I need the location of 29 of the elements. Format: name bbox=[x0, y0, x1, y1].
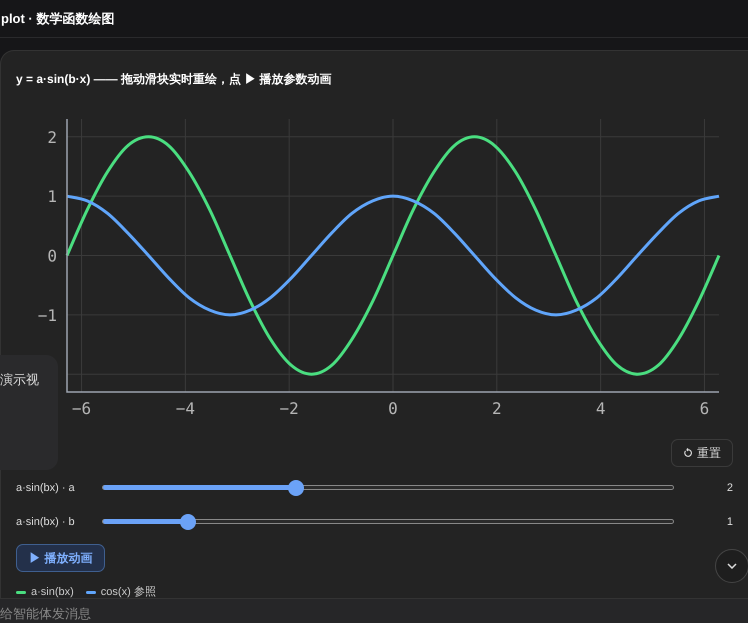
chevron-down-icon bbox=[727, 563, 737, 569]
tick-label: −1 bbox=[38, 306, 57, 325]
slider-track[interactable] bbox=[102, 485, 674, 490]
slider-value: 1 bbox=[726, 514, 734, 530]
slider-value: 2 bbox=[726, 480, 734, 496]
slider-track[interactable] bbox=[102, 519, 674, 524]
tick-label: 6 bbox=[700, 399, 710, 418]
slider-thumb[interactable] bbox=[288, 480, 304, 496]
tick-label: 2 bbox=[492, 399, 502, 418]
card-caption: y = a·sin(b·x) —— 拖动滑块实时重绘，点 ▶ 播放参数动画 bbox=[15, 71, 333, 88]
tick-label: 0 bbox=[47, 246, 57, 266]
slider-label: a·sin(bx) · a bbox=[15, 480, 76, 496]
tick-label: −4 bbox=[176, 399, 195, 418]
reset-button[interactable]: 重置 bbox=[671, 439, 733, 467]
slider-label: a·sin(bx) · b bbox=[15, 514, 76, 530]
tick-label: −2 bbox=[280, 399, 299, 418]
refresh-icon bbox=[683, 448, 693, 458]
tick-label: 4 bbox=[596, 399, 606, 418]
tick-label: −6 bbox=[72, 399, 92, 418]
slider-thumb[interactable] bbox=[180, 514, 196, 530]
panel-text: 演示视 bbox=[0, 372, 39, 387]
play-button[interactable]: ▶ 播放动画 bbox=[16, 544, 106, 572]
tick-label: 0 bbox=[388, 399, 398, 418]
legend-label: cos(x) 参照 bbox=[100, 586, 156, 598]
tick-label: 1 bbox=[47, 187, 57, 206]
tick-label: 2 bbox=[47, 128, 57, 147]
message-input[interactable]: 给智能体发消息 bbox=[0, 598, 748, 623]
legend-label: a·sin(bx) bbox=[31, 586, 74, 598]
app-title: plot · 数学函数绘图 bbox=[1, 10, 114, 28]
